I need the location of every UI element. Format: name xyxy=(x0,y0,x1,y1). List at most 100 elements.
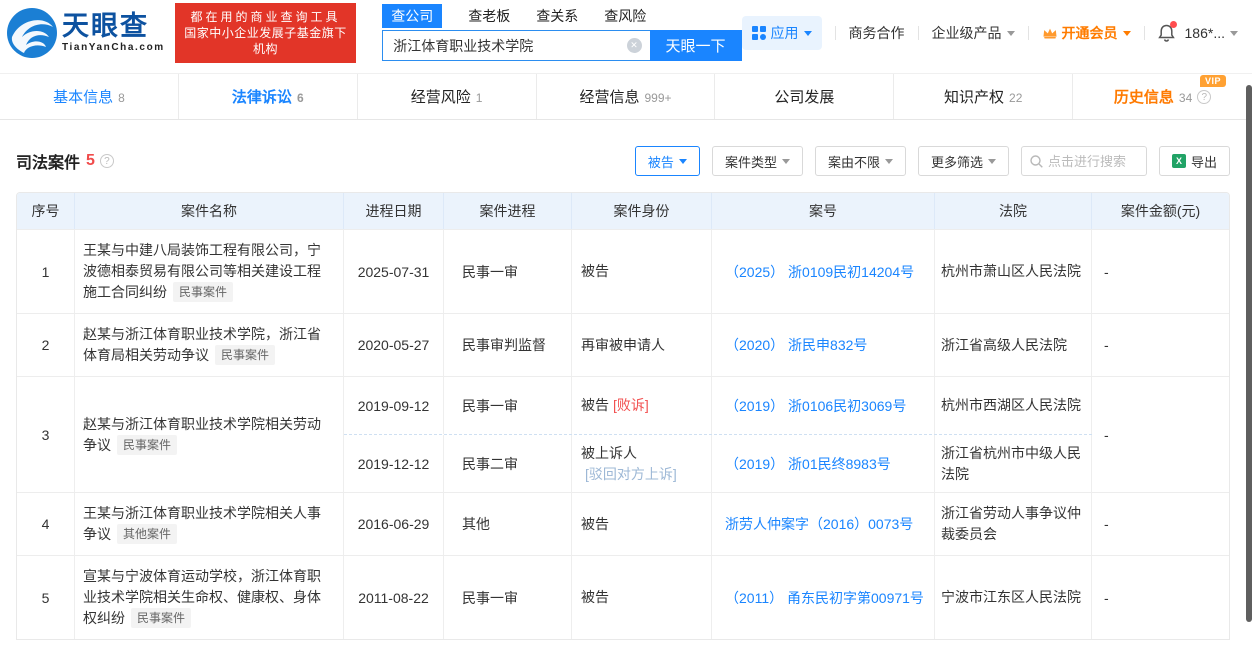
entry-case-number: （2011） 甬东民初字第00971号 xyxy=(712,556,935,639)
tab-count: 1 xyxy=(476,91,483,105)
case-name[interactable]: 赵某与浙江体育职业技术学院相关劳动争议民事案件 xyxy=(83,414,329,456)
case-type-tag: 民事案件 xyxy=(131,608,191,628)
tab-legal-litigation[interactable]: 法律诉讼 6 xyxy=(179,74,358,119)
divider xyxy=(835,26,836,40)
top-header: 天眼查 TianYanCha.com 都在用的商业查询工具 国家中小企业发展子基… xyxy=(0,0,1252,66)
case-name[interactable]: 王某与浙江体育职业技术学院相关人事争议其他案件 xyxy=(83,503,329,545)
entry-role: 被告[败诉] xyxy=(572,377,712,434)
apps-menu[interactable]: 应用 xyxy=(742,16,822,50)
filter-bar: 被告 案件类型 案由不限 更多筛选 xyxy=(635,146,1230,176)
defendant-filter-button[interactable]: 被告 xyxy=(635,146,700,176)
page-scrollbar[interactable] xyxy=(1246,85,1252,622)
role-text: 被告 xyxy=(581,514,609,535)
clear-search-icon[interactable]: ✕ xyxy=(627,38,642,53)
entry-court: 浙江省劳动人事争议仲裁委员会 xyxy=(935,493,1092,555)
case-number-link[interactable]: （2020） 浙民申832号 xyxy=(725,335,867,355)
help-icon[interactable]: ? xyxy=(100,154,114,168)
entry-case-number: 浙劳人仲案字（2016）0073号 xyxy=(712,493,935,555)
table-search-input[interactable] xyxy=(1048,154,1138,169)
role-text: 被告 xyxy=(581,587,609,608)
brand-domain: TianYanCha.com xyxy=(62,43,165,53)
export-button[interactable]: X 导出 xyxy=(1159,146,1230,176)
excel-icon: X xyxy=(1172,154,1186,168)
apps-label: 应用 xyxy=(771,23,799,43)
tab-operation-risk[interactable]: 经营风险 1 xyxy=(358,74,537,119)
tab-company-development[interactable]: 公司发展 xyxy=(715,74,894,119)
case-number-link[interactable]: （2019） 浙01民终8983号 xyxy=(725,454,891,474)
tab-label: 经营信息 xyxy=(579,86,639,107)
case-amount: - xyxy=(1092,556,1229,639)
tab-basic-info[interactable]: 基本信息 8 xyxy=(0,74,179,119)
case-name[interactable]: 宣某与宁波体育运动学校，浙江体育职业技术学院相关生命权、健康权、身体权纠纷民事案… xyxy=(83,566,329,629)
case-number-link[interactable]: 浙劳人仲案字（2016）0073号 xyxy=(725,514,913,534)
case-number-link[interactable]: （2019） 浙0106民初3069号 xyxy=(725,396,906,416)
case-entries: 2020-05-27民事审判监督再审被申请人（2020） 浙民申832号浙江省高… xyxy=(344,314,1092,376)
open-vip-menu[interactable]: 开通会员 xyxy=(1042,23,1131,43)
chevron-down-icon xyxy=(782,159,790,164)
column-header: 案件名称 xyxy=(75,193,344,229)
crown-icon xyxy=(1042,26,1058,40)
case-entry: 2019-12-12民事二审被上诉人[驳回对方上诉]（2019） 浙01民终89… xyxy=(344,434,1092,492)
tab-count: 22 xyxy=(1009,91,1022,105)
case-number-link[interactable]: （2025） 浙0109民初14204号 xyxy=(725,262,914,282)
case-entries: 2016-06-29其他被告浙劳人仲案字（2016）0073号浙江省劳动人事争议… xyxy=(344,493,1092,555)
brand-name: 天眼查 xyxy=(62,13,165,40)
cases-table: 序号案件名称进程日期案件进程案件身份案号法院案件金额(元) 1王某与中建八局装饰… xyxy=(16,192,1230,640)
chevron-down-icon xyxy=(885,159,893,164)
case-name[interactable]: 赵某与浙江体育职业技术学院，浙江省体育局相关劳动争议民事案件 xyxy=(83,324,329,366)
search-tab-risk[interactable]: 查风险 xyxy=(604,6,646,26)
chevron-down-icon xyxy=(1230,31,1238,36)
entry-court: 杭州市萧山区人民法院 xyxy=(935,230,1092,313)
tab-operation-info[interactable]: 经营信息 999+ xyxy=(537,74,716,119)
case-type-tag: 民事案件 xyxy=(117,435,177,455)
search-tab-relation[interactable]: 查关系 xyxy=(536,6,578,26)
notifications-button[interactable] xyxy=(1158,24,1175,42)
section-count: 5 xyxy=(86,152,95,170)
case-name[interactable]: 王某与中建八局装饰工程有限公司，宁波德相泰贸易有限公司等相关建设工程施工合同纠纷… xyxy=(83,240,329,303)
vip-label: 开通会员 xyxy=(1062,23,1118,43)
tianyancha-logo[interactable]: 天眼查 TianYanCha.com xyxy=(6,7,165,59)
search-button[interactable]: 天眼一下 xyxy=(650,30,742,61)
table-row: 5宣某与宁波体育运动学校，浙江体育职业技术学院相关生命权、健康权、身体权纠纷民事… xyxy=(17,555,1229,639)
table-search-box[interactable] xyxy=(1021,146,1147,176)
chevron-down-icon xyxy=(988,159,996,164)
case-entry: 2020-05-27民事审判监督再审被申请人（2020） 浙民申832号浙江省高… xyxy=(344,314,1092,376)
account-menu[interactable]: 186*... xyxy=(1185,25,1238,41)
enterprise-products-menu[interactable]: 企业级产品 xyxy=(932,23,1015,43)
tab-label: 公司发展 xyxy=(774,86,834,107)
entry-stage: 其他 xyxy=(444,493,572,555)
case-name-cell: 赵某与浙江体育职业技术学院，浙江省体育局相关劳动争议民事案件 xyxy=(75,314,344,376)
case-index: 2 xyxy=(17,314,75,376)
enterprise-label: 企业级产品 xyxy=(932,23,1002,43)
help-icon[interactable]: ? xyxy=(1197,90,1211,104)
table-header: 序号案件名称进程日期案件进程案件身份案号法院案件金额(元) xyxy=(17,193,1229,229)
cause-filter-button[interactable]: 案由不限 xyxy=(815,146,906,176)
more-filters-button[interactable]: 更多筛选 xyxy=(918,146,1009,176)
case-name-cell: 宣某与宁波体育运动学校，浙江体育职业技术学院相关生命权、健康权、身体权纠纷民事案… xyxy=(75,556,344,639)
export-label: 导出 xyxy=(1191,152,1217,171)
entry-case-number: （2020） 浙民申832号 xyxy=(712,314,935,376)
search-tab-company[interactable]: 查公司 xyxy=(382,4,442,28)
role-result: [驳回对方上诉] xyxy=(585,464,677,485)
case-type-tag: 民事案件 xyxy=(215,345,275,365)
tab-intellectual-property[interactable]: 知识产权 22 xyxy=(894,74,1073,119)
search-tab-boss[interactable]: 查老板 xyxy=(468,6,510,26)
entry-role: 再审被申请人 xyxy=(572,314,712,376)
tab-label: 基本信息 xyxy=(53,86,113,107)
role-text: 被告 xyxy=(581,261,609,282)
case-amount: - xyxy=(1092,377,1229,492)
case-amount: - xyxy=(1092,493,1229,555)
chevron-down-icon xyxy=(1123,31,1131,36)
tab-count: 34 xyxy=(1179,91,1192,105)
case-number-link[interactable]: （2011） 甬东民初字第00971号 xyxy=(725,588,924,608)
case-type-filter-button[interactable]: 案件类型 xyxy=(712,146,803,176)
table-row: 4王某与浙江体育职业技术学院相关人事争议其他案件2016-06-29其他被告浙劳… xyxy=(17,492,1229,555)
chevron-down-icon xyxy=(1007,31,1015,36)
notification-dot xyxy=(1170,21,1177,28)
divider xyxy=(1144,26,1145,40)
header-nav: 应用 商务合作 企业级产品 开通会员 xyxy=(742,16,1238,50)
tab-history-info[interactable]: VIP 历史信息 34 ? xyxy=(1073,74,1252,119)
case-entry: 2019-09-12民事一审被告[败诉]（2019） 浙0106民初3069号杭… xyxy=(344,377,1092,434)
business-cooperation-link[interactable]: 商务合作 xyxy=(849,23,905,43)
search-input[interactable] xyxy=(382,30,649,61)
